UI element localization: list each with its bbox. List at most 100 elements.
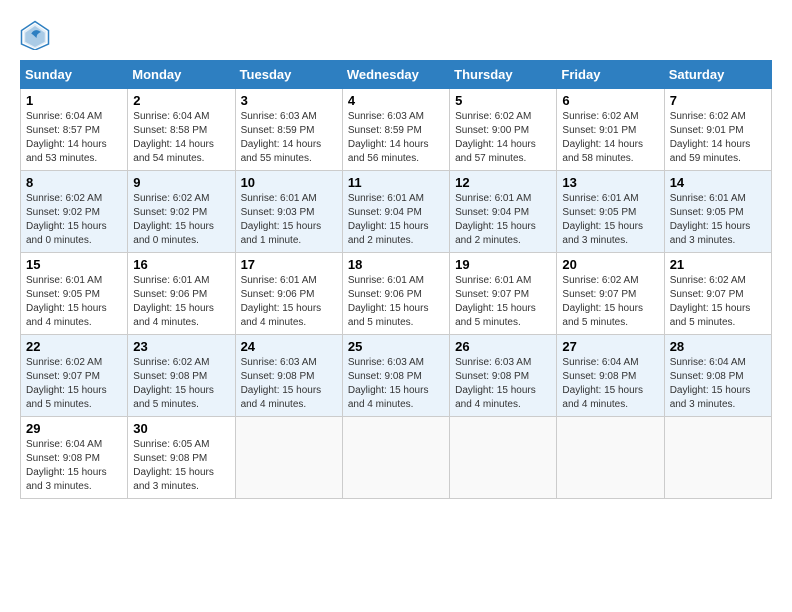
day-number: 29 — [26, 421, 122, 436]
calendar-cell: 1Sunrise: 6:04 AMSunset: 8:57 PMDaylight… — [21, 89, 128, 171]
calendar-cell — [664, 417, 771, 499]
day-number: 9 — [133, 175, 229, 190]
calendar-cell — [557, 417, 664, 499]
day-info: Sunrise: 6:03 AMSunset: 8:59 PMDaylight:… — [348, 110, 444, 166]
calendar-cell: 7 Sunrise: 6:02 AMSunset: 9:01 PMDaylight… — [664, 89, 771, 171]
day-info: Sunrise: 6:02 AMSunset: 9:01 PMDaylight:… — [562, 110, 658, 166]
calendar-body: 1Sunrise: 6:04 AMSunset: 8:57 PMDaylight… — [21, 89, 772, 499]
calendar-cell: 3Sunrise: 6:03 AMSunset: 8:59 PMDaylight… — [235, 89, 342, 171]
calendar-week-row: 8 Sunrise: 6:02 AMSunset: 9:02 PMDaylight… — [21, 171, 772, 253]
day-number: 12 — [455, 175, 551, 190]
day-number: 20 — [562, 257, 658, 272]
day-number: 19 — [455, 257, 551, 272]
day-number: 5 — [455, 93, 551, 108]
day-number: 11 — [348, 175, 444, 190]
day-number: 3 — [241, 93, 337, 108]
calendar-cell — [235, 417, 342, 499]
day-number: 27 — [562, 339, 658, 354]
day-info: Sunrise: 6:02 AMSunset: 9:00 PMDaylight:… — [455, 110, 551, 166]
calendar-cell: 8 Sunrise: 6:02 AMSunset: 9:02 PMDaylight… — [21, 171, 128, 253]
calendar-week-row: 15 Sunrise: 6:01 AMSunset: 9:05 PMDayligh… — [21, 253, 772, 335]
logo — [20, 20, 54, 50]
day-number: 8 — [26, 175, 122, 190]
day-info: Sunrise: 6:03 AMSunset: 9:08 PMDaylight:… — [455, 356, 551, 412]
day-info: Sunrise: 6:02 AMSunset: 9:08 PMDaylight:… — [133, 356, 229, 412]
calendar-cell: 6 Sunrise: 6:02 AMSunset: 9:01 PMDaylight… — [557, 89, 664, 171]
day-number: 17 — [241, 257, 337, 272]
day-info: Sunrise: 6:01 AMSunset: 9:05 PMDaylight:… — [26, 274, 122, 330]
day-info: Sunrise: 6:01 AMSunset: 9:04 PMDaylight:… — [348, 192, 444, 248]
day-header-thursday: Thursday — [450, 61, 557, 89]
day-number: 26 — [455, 339, 551, 354]
calendar-week-row: 1Sunrise: 6:04 AMSunset: 8:57 PMDaylight… — [21, 89, 772, 171]
calendar-cell: 23 Sunrise: 6:02 AMSunset: 9:08 PMDayligh… — [128, 335, 235, 417]
day-number: 14 — [670, 175, 766, 190]
day-info: Sunrise: 6:04 AMSunset: 9:08 PMDaylight:… — [562, 356, 658, 412]
day-number: 7 — [670, 93, 766, 108]
day-info: Sunrise: 6:01 AMSunset: 9:04 PMDaylight:… — [455, 192, 551, 248]
calendar-cell: 22 Sunrise: 6:02 AMSunset: 9:07 PMDayligh… — [21, 335, 128, 417]
logo-icon — [20, 20, 50, 50]
day-info: Sunrise: 6:02 AMSunset: 9:07 PMDaylight:… — [562, 274, 658, 330]
day-info: Sunrise: 6:02 AMSunset: 9:07 PMDaylight:… — [670, 274, 766, 330]
calendar-cell: 27 Sunrise: 6:04 AMSunset: 9:08 PMDayligh… — [557, 335, 664, 417]
day-number: 30 — [133, 421, 229, 436]
day-info: Sunrise: 6:01 AMSunset: 9:03 PMDaylight:… — [241, 192, 337, 248]
day-number: 2 — [133, 93, 229, 108]
calendar-cell — [342, 417, 449, 499]
calendar-header-row: SundayMondayTuesdayWednesdayThursdayFrid… — [21, 61, 772, 89]
day-info: Sunrise: 6:01 AMSunset: 9:05 PMDaylight:… — [562, 192, 658, 248]
day-number: 18 — [348, 257, 444, 272]
day-number: 15 — [26, 257, 122, 272]
calendar-cell: 10 Sunrise: 6:01 AMSunset: 9:03 PMDayligh… — [235, 171, 342, 253]
calendar-week-row: 29 Sunrise: 6:04 AMSunset: 9:08 PMDayligh… — [21, 417, 772, 499]
day-number: 28 — [670, 339, 766, 354]
calendar-cell: 12 Sunrise: 6:01 AMSunset: 9:04 PMDayligh… — [450, 171, 557, 253]
day-number: 23 — [133, 339, 229, 354]
day-number: 10 — [241, 175, 337, 190]
calendar-cell — [450, 417, 557, 499]
calendar-cell: 29 Sunrise: 6:04 AMSunset: 9:08 PMDayligh… — [21, 417, 128, 499]
calendar-cell: 13 Sunrise: 6:01 AMSunset: 9:05 PMDayligh… — [557, 171, 664, 253]
calendar-cell: 18 Sunrise: 6:01 AMSunset: 9:06 PMDayligh… — [342, 253, 449, 335]
day-info: Sunrise: 6:02 AMSunset: 9:02 PMDaylight:… — [133, 192, 229, 248]
calendar-cell: 17 Sunrise: 6:01 AMSunset: 9:06 PMDayligh… — [235, 253, 342, 335]
day-info: Sunrise: 6:01 AMSunset: 9:06 PMDaylight:… — [348, 274, 444, 330]
day-header-monday: Monday — [128, 61, 235, 89]
calendar-cell: 2 Sunrise: 6:04 AMSunset: 8:58 PMDaylight… — [128, 89, 235, 171]
day-info: Sunrise: 6:04 AMSunset: 8:58 PMDaylight:… — [133, 110, 229, 166]
day-number: 13 — [562, 175, 658, 190]
calendar-cell: 4Sunrise: 6:03 AMSunset: 8:59 PMDaylight… — [342, 89, 449, 171]
calendar-cell: 30 Sunrise: 6:05 AMSunset: 9:08 PMDayligh… — [128, 417, 235, 499]
calendar-cell: 16 Sunrise: 6:01 AMSunset: 9:06 PMDayligh… — [128, 253, 235, 335]
calendar-cell: 5 Sunrise: 6:02 AMSunset: 9:00 PMDaylight… — [450, 89, 557, 171]
day-info: Sunrise: 6:05 AMSunset: 9:08 PMDaylight:… — [133, 438, 229, 494]
day-header-wednesday: Wednesday — [342, 61, 449, 89]
day-number: 1 — [26, 93, 122, 108]
calendar-cell: 9 Sunrise: 6:02 AMSunset: 9:02 PMDaylight… — [128, 171, 235, 253]
day-number: 25 — [348, 339, 444, 354]
calendar-cell: 26 Sunrise: 6:03 AMSunset: 9:08 PMDayligh… — [450, 335, 557, 417]
day-info: Sunrise: 6:01 AMSunset: 9:05 PMDaylight:… — [670, 192, 766, 248]
calendar-cell: 25Sunrise: 6:03 AMSunset: 9:08 PMDayligh… — [342, 335, 449, 417]
calendar-cell: 14 Sunrise: 6:01 AMSunset: 9:05 PMDayligh… — [664, 171, 771, 253]
day-info: Sunrise: 6:02 AMSunset: 9:07 PMDaylight:… — [26, 356, 122, 412]
day-header-friday: Friday — [557, 61, 664, 89]
day-info: Sunrise: 6:02 AMSunset: 9:01 PMDaylight:… — [670, 110, 766, 166]
day-header-saturday: Saturday — [664, 61, 771, 89]
calendar-cell: 11 Sunrise: 6:01 AMSunset: 9:04 PMDayligh… — [342, 171, 449, 253]
calendar: SundayMondayTuesdayWednesdayThursdayFrid… — [20, 60, 772, 499]
day-info: Sunrise: 6:01 AMSunset: 9:06 PMDaylight:… — [133, 274, 229, 330]
day-number: 6 — [562, 93, 658, 108]
calendar-cell: 28 Sunrise: 6:04 AMSunset: 9:08 PMDayligh… — [664, 335, 771, 417]
day-info: Sunrise: 6:02 AMSunset: 9:02 PMDaylight:… — [26, 192, 122, 248]
day-info: Sunrise: 6:04 AMSunset: 9:08 PMDaylight:… — [670, 356, 766, 412]
page-header — [20, 20, 772, 50]
calendar-cell: 15 Sunrise: 6:01 AMSunset: 9:05 PMDayligh… — [21, 253, 128, 335]
day-number: 16 — [133, 257, 229, 272]
day-info: Sunrise: 6:04 AMSunset: 9:08 PMDaylight:… — [26, 438, 122, 494]
day-info: Sunrise: 6:01 AMSunset: 9:07 PMDaylight:… — [455, 274, 551, 330]
day-header-tuesday: Tuesday — [235, 61, 342, 89]
day-number: 22 — [26, 339, 122, 354]
day-info: Sunrise: 6:01 AMSunset: 9:06 PMDaylight:… — [241, 274, 337, 330]
